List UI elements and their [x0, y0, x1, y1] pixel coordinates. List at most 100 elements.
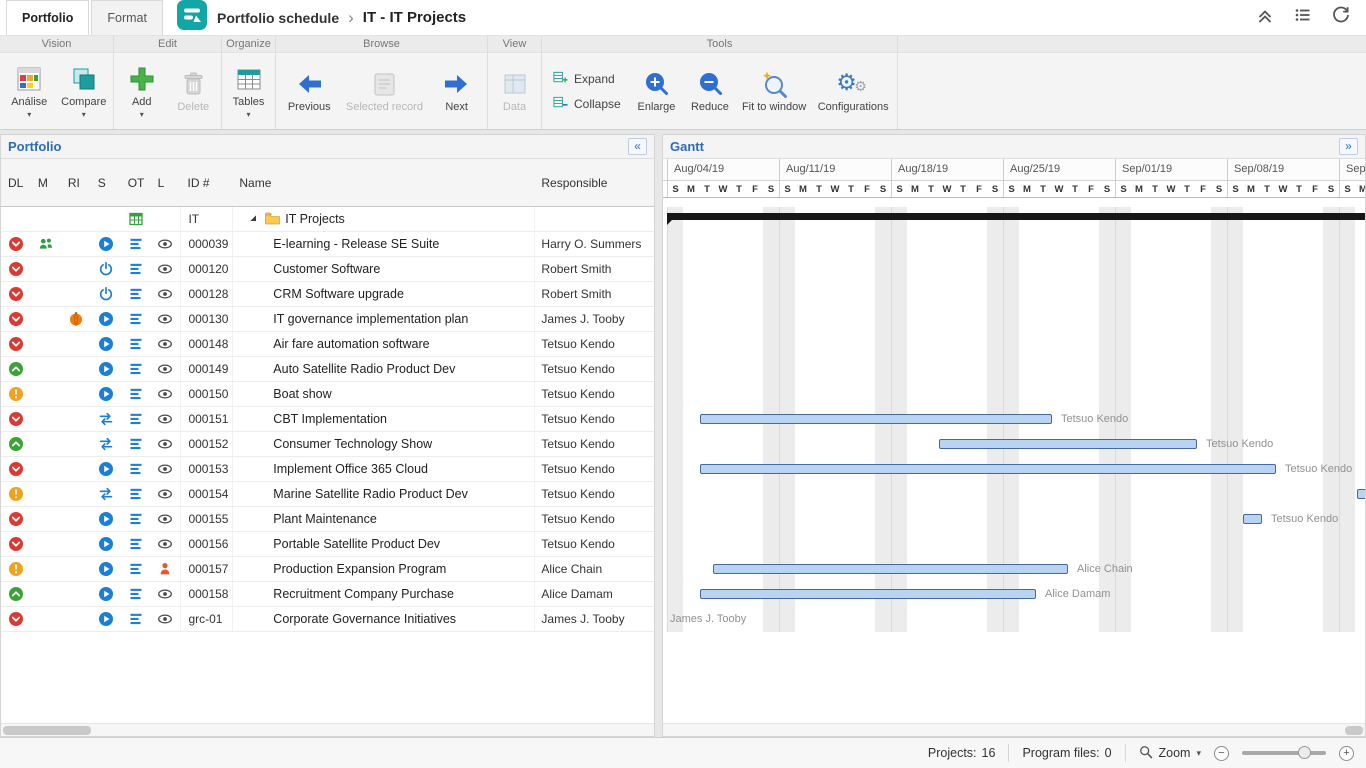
red-down-icon[interactable] — [1, 332, 31, 356]
red-down-icon[interactable] — [1, 407, 31, 431]
play-icon[interactable] — [91, 332, 121, 356]
reduce-button[interactable]: Reduce — [684, 65, 736, 118]
play-icon[interactable] — [91, 607, 121, 631]
portfolio-hscrollbar[interactable] — [1, 723, 654, 736]
list-icon[interactable] — [121, 582, 151, 606]
table-row[interactable]: 000130IT governance implementation planJ… — [1, 307, 654, 332]
column-header-dl[interactable]: DL — [1, 159, 31, 206]
warning-icon[interactable] — [1, 482, 31, 506]
eye-icon[interactable] — [151, 482, 181, 506]
eye-icon[interactable] — [151, 357, 181, 381]
collapse-button[interactable]: Collapse — [553, 95, 621, 113]
swap-icon[interactable] — [91, 432, 121, 456]
column-header-s[interactable]: S — [91, 159, 121, 206]
column-header-ot[interactable]: OT — [121, 159, 151, 206]
list-icon[interactable] — [121, 232, 151, 256]
list-icon[interactable] — [121, 307, 151, 331]
red-down-icon[interactable] — [1, 257, 31, 281]
column-header-id[interactable]: ID # — [181, 159, 233, 206]
tab-portfolio[interactable]: Portfolio — [6, 0, 89, 35]
eye-icon[interactable] — [151, 532, 181, 556]
gantt-bar[interactable] — [700, 589, 1036, 599]
zoom-in-button[interactable]: + — [1339, 746, 1354, 761]
play-icon[interactable] — [91, 232, 121, 256]
red-down-icon[interactable] — [1, 307, 31, 331]
table-row[interactable]: 000148Air fare automation softwareTetsuo… — [1, 332, 654, 357]
eye-icon[interactable] — [151, 457, 181, 481]
column-header-ri[interactable]: RI — [61, 159, 91, 206]
analise-button[interactable]: Análise ▾ — [3, 60, 56, 122]
tab-format[interactable]: Format — [91, 0, 163, 35]
table-row[interactable]: 000120Customer SoftwareRobert Smith — [1, 257, 654, 282]
gantt-bar[interactable] — [700, 464, 1276, 474]
swap-icon[interactable] — [91, 482, 121, 506]
eye-icon[interactable] — [151, 607, 181, 631]
gantt-bar[interactable] — [713, 564, 1068, 574]
warning-icon[interactable] — [1, 382, 31, 406]
enlarge-button[interactable]: Enlarge — [631, 65, 683, 118]
list-icon[interactable] — [121, 382, 151, 406]
table-row[interactable]: grc-01Corporate Governance InitiativesJa… — [1, 607, 654, 632]
red-down-icon[interactable] — [1, 232, 31, 256]
red-down-icon[interactable] — [1, 457, 31, 481]
expander-icon[interactable] — [247, 212, 259, 227]
portfolio-group-row[interactable]: ITIT Projects — [1, 207, 654, 232]
gantt-bar[interactable] — [1357, 489, 1365, 499]
eye-icon[interactable] — [151, 507, 181, 531]
breadcrumb-root[interactable]: Portfolio schedule — [217, 10, 339, 26]
fit-to-window-button[interactable]: Fit to window — [738, 65, 811, 118]
next-button[interactable]: Next — [429, 65, 484, 118]
table-row[interactable]: 000152Consumer Technology ShowTetsuo Ken… — [1, 432, 654, 457]
red-down-icon[interactable] — [1, 282, 31, 306]
list-icon[interactable] — [121, 257, 151, 281]
table-row[interactable]: 000155Plant MaintenanceTetsuo Kendo — [1, 507, 654, 532]
compare-button[interactable]: Compare ▾ — [58, 60, 111, 122]
zoom-dropdown[interactable]: Zoom ▾ — [1139, 745, 1201, 762]
collapse-left-panel-icon[interactable]: « — [628, 138, 647, 155]
table-row[interactable]: 000151CBT ImplementationTetsuo Kendo — [1, 407, 654, 432]
table-row[interactable]: 000149Auto Satellite Radio Product DevTe… — [1, 357, 654, 382]
play-icon[interactable] — [91, 532, 121, 556]
gantt-hscrollbar[interactable] — [663, 723, 1365, 736]
eye-icon[interactable] — [151, 382, 181, 406]
table-row[interactable]: 000153Implement Office 365 CloudTetsuo K… — [1, 457, 654, 482]
list-icon[interactable] — [121, 507, 151, 531]
play-icon[interactable] — [91, 382, 121, 406]
play-icon[interactable] — [91, 307, 121, 331]
tables-button[interactable]: Tables ▾ — [225, 60, 272, 122]
panel-splitter[interactable] — [655, 134, 662, 737]
list-icon[interactable] — [121, 332, 151, 356]
list-icon[interactable] — [121, 457, 151, 481]
play-icon[interactable] — [91, 582, 121, 606]
eye-icon[interactable] — [151, 232, 181, 256]
red-down-icon[interactable] — [1, 532, 31, 556]
list-icon[interactable] — [121, 282, 151, 306]
play-icon[interactable] — [91, 457, 121, 481]
collapse-right-panel-icon[interactable]: » — [1339, 138, 1358, 155]
warning-icon[interactable] — [1, 557, 31, 581]
eye-icon[interactable] — [151, 407, 181, 431]
gantt-bar[interactable] — [939, 439, 1197, 449]
eye-icon[interactable] — [151, 282, 181, 306]
list-icon[interactable] — [121, 532, 151, 556]
list-icon[interactable] — [121, 557, 151, 581]
refresh-icon[interactable] — [1332, 6, 1350, 29]
table-row[interactable]: 000128CRM Software upgradeRobert Smith — [1, 282, 654, 307]
zoom-slider[interactable] — [1242, 751, 1326, 755]
configurations-button[interactable]: ⚙⚙ Configurations — [812, 65, 894, 118]
eye-icon[interactable] — [151, 332, 181, 356]
power-icon[interactable] — [91, 257, 121, 281]
column-header-name[interactable]: Name — [232, 159, 534, 206]
zoom-slider-handle[interactable] — [1298, 746, 1311, 759]
green-up-icon[interactable] — [1, 432, 31, 456]
person-icon[interactable] — [151, 557, 181, 581]
sheet-icon[interactable] — [121, 207, 151, 231]
power-icon[interactable] — [91, 282, 121, 306]
gantt-bar[interactable] — [700, 414, 1052, 424]
column-header-m[interactable]: M — [31, 159, 61, 206]
list-menu-icon[interactable] — [1294, 6, 1312, 29]
add-button[interactable]: Add ▾ — [117, 60, 167, 122]
table-row[interactable]: 000150Boat showTetsuo Kendo — [1, 382, 654, 407]
red-down-icon[interactable] — [1, 607, 31, 631]
table-row[interactable]: 000039E-learning - Release SE SuiteHarry… — [1, 232, 654, 257]
